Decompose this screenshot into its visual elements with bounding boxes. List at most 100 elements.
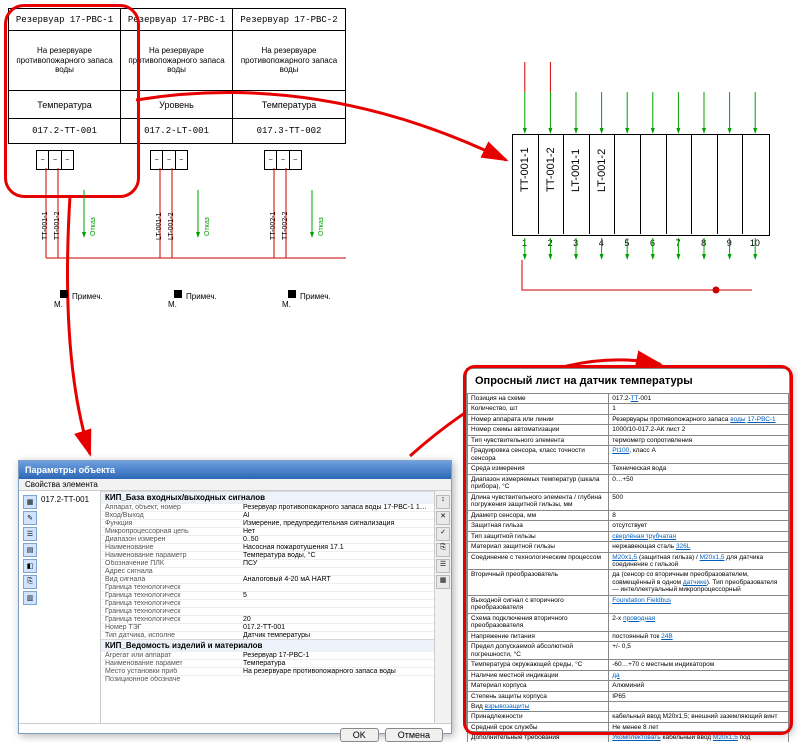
jbox-label: TT-001-2 (545, 172, 557, 192)
property-row[interactable]: Обозначение ПЛКПСУ (101, 559, 434, 567)
property-row[interactable]: Адрес сигнала (101, 567, 434, 575)
tree-node[interactable]: 017.2-TT-001 (37, 495, 89, 719)
pid-param-1: Уровень (121, 91, 233, 119)
property-value[interactable]: Нет (239, 528, 434, 535)
property-value[interactable]: AI (239, 512, 434, 519)
jbox-terminal: 7 (666, 238, 691, 248)
jbox-terminal: 6 (640, 238, 665, 248)
tool-icon[interactable]: ▥ (23, 591, 37, 605)
property-row[interactable]: Позиционное обозначе (101, 675, 434, 683)
note-label: Примеч. (186, 292, 217, 301)
ok-button[interactable]: OK (340, 728, 379, 742)
property-value[interactable]: Насосная пожаротушения 17.1 (239, 544, 434, 551)
pid-table: Резервуар 17-РВС-1 Резервуар 17-РВС-1 Ре… (8, 8, 346, 144)
dialog-title[interactable]: Параметры объекта (19, 461, 451, 479)
spec-row: Вторичный преобразовательда (сенсор со в… (468, 570, 789, 595)
property-value[interactable] (239, 676, 434, 683)
property-value[interactable]: 017.2-TT-001 (239, 624, 434, 631)
spec-key: Тип защитной гильзы (468, 531, 609, 541)
property-key: Граница технологическ (101, 616, 239, 623)
property-row[interactable]: Граница технологическ (101, 583, 434, 591)
spec-row: Температура окружающей среды, °C-60…+70 … (468, 660, 789, 670)
tool-icon[interactable]: ✎ (23, 511, 37, 525)
property-row[interactable]: Номер ТЭГ017.2-TT-001 (101, 623, 434, 631)
side-icon[interactable]: ↕ (436, 495, 450, 509)
property-row[interactable]: Граница технологическ (101, 607, 434, 615)
property-value[interactable]: 20 (239, 616, 434, 623)
tool-icon[interactable]: ◧ (23, 559, 37, 573)
property-row[interactable]: Вход/ВыходAI (101, 511, 434, 519)
property-row[interactable]: Микропроцессорная цепьНет (101, 527, 434, 535)
property-row[interactable]: Граница технологическ5 (101, 591, 434, 599)
property-row[interactable]: Диапазон измерен0..50 (101, 535, 434, 543)
property-value[interactable] (239, 584, 434, 591)
property-grid[interactable]: КИП_База входных/выходных сигналов Аппар… (101, 491, 434, 723)
property-value[interactable]: 5 (239, 592, 434, 599)
spec-key: Материал защитной гильзы (468, 542, 609, 552)
spec-value: Укомплектовать кабельный ввод М20х1,5 по… (609, 733, 789, 742)
property-row[interactable]: Граница технологическ20 (101, 615, 434, 623)
spec-row: Степень защиты корпусаIP65 (468, 691, 789, 701)
tool-icon[interactable]: ▤ (23, 543, 37, 557)
spec-row: Диаметр сенсора, мм8 (468, 510, 789, 520)
property-row[interactable]: Наименование параметрТемпература воды, °… (101, 551, 434, 559)
spec-sheet[interactable]: Опросный лист на датчик температуры Пози… (466, 368, 790, 732)
wire-label: LT-001-1 (156, 213, 163, 241)
side-icon[interactable]: ✓ (436, 527, 450, 541)
properties-dialog[interactable]: Параметры объекта Свойства элемента ▦ ✎ … (18, 460, 452, 734)
property-value[interactable]: Датчик температуры (239, 632, 434, 639)
side-icon[interactable]: ⎘ (436, 543, 450, 557)
spec-value: Алюминий (609, 681, 789, 691)
property-value[interactable]: Аналоговый 4-20 мА HART (239, 576, 434, 583)
spec-row: Напряжение питанияпостоянный ток 24В (468, 631, 789, 641)
spec-table: Позиция на схеме017.2-TT-001Количество, … (467, 393, 789, 742)
side-icon[interactable]: ✕ (436, 511, 450, 525)
property-key: Микропроцессорная цепь (101, 528, 239, 535)
property-value[interactable]: Температура воды, °C (239, 552, 434, 559)
property-value[interactable]: ПСУ (239, 560, 434, 567)
property-row[interactable]: Аппарат, объект, номерРезервуар противоп… (101, 503, 434, 511)
property-value[interactable]: На резервуаре противопожарного запаса во… (239, 668, 434, 675)
property-value[interactable]: Резервуар противопожарного запаса воды 1… (239, 504, 434, 511)
property-key: Номер ТЭГ (101, 624, 239, 631)
property-row[interactable]: Граница технологическ (101, 599, 434, 607)
property-value[interactable]: Измерение, предупредительная сигнализаци… (239, 520, 434, 527)
property-key: Наименование парамет (101, 660, 239, 667)
tool-icon[interactable]: ☰ (23, 527, 37, 541)
side-icon[interactable]: ☰ (436, 559, 450, 573)
property-value[interactable] (239, 568, 434, 575)
property-row[interactable]: НаименованиеНасосная пожаротушения 17.1 (101, 543, 434, 551)
tool-icon[interactable]: ⎘ (23, 575, 37, 589)
cancel-button[interactable]: Отмена (385, 728, 443, 742)
terminal-block: ~~~ (150, 150, 188, 170)
tool-icon[interactable]: ▦ (23, 495, 37, 509)
property-row[interactable]: Тип датчика, исполнеДатчик температуры (101, 631, 434, 639)
property-value[interactable]: Температура (239, 660, 434, 667)
dialog-tree[interactable]: ▦ ✎ ☰ ▤ ◧ ⎘ ▥ 017.2-TT-001 (19, 491, 101, 723)
property-row[interactable]: Наименование параметТемпература (101, 659, 434, 667)
wire-label: TT-001-2 (54, 212, 61, 240)
spec-key: Номер схемы автоматизации (468, 425, 609, 435)
jbox-label: TT-001-1 (519, 172, 531, 192)
property-row[interactable]: Агрегат или аппаратРезервуар 17-РВС-1 (101, 651, 434, 659)
property-row[interactable]: Место установки прибНа резервуаре против… (101, 667, 434, 675)
property-key: Адрес сигнала (101, 568, 239, 575)
group-header-1[interactable]: КИП_База входных/выходных сигналов (101, 491, 434, 503)
property-value[interactable]: Резервуар 17-РВС-1 (239, 652, 434, 659)
pid-desc-2: На резервуаре противопожарного запаса во… (233, 31, 345, 91)
spec-row: Материал защитной гильзынержавеющая стал… (468, 542, 789, 552)
spec-key: Защитная гильза (468, 521, 609, 531)
property-row[interactable]: ФункцияИзмерение, предупредительная сигн… (101, 519, 434, 527)
property-value[interactable] (239, 608, 434, 615)
property-value[interactable]: 0..50 (239, 536, 434, 543)
group-header-2[interactable]: КИП_Ведомость изделий и материалов (101, 639, 434, 651)
m-label: М. (282, 300, 291, 309)
tree-toolbar[interactable]: ▦ ✎ ☰ ▤ ◧ ⎘ ▥ (23, 495, 37, 719)
property-row[interactable]: Вид сигналаАналоговый 4-20 мА HART (101, 575, 434, 583)
spec-value: 017.2-TT-001 (609, 394, 789, 404)
side-icon[interactable]: ▦ (436, 575, 450, 589)
spec-row: Номер схемы автоматизации1000/10-017.2-А… (468, 425, 789, 435)
property-value[interactable] (239, 600, 434, 607)
dialog-side-toolbar[interactable]: ↕ ✕ ✓ ⎘ ☰ ▦ (434, 491, 451, 723)
spec-row: Выходной сигнал с вторичного преобразова… (468, 595, 789, 613)
